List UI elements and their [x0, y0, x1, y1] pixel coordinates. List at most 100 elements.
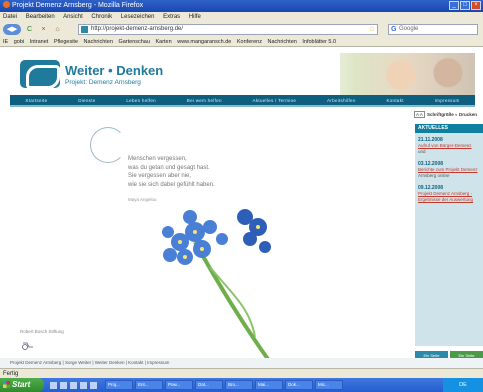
news-link[interactable]: Berichte zum Projekt Demenz	[418, 167, 480, 173]
nav-bei-wem-helfen[interactable]: Bei wem helfen	[187, 98, 222, 103]
search-engine-label: Google	[399, 26, 419, 32]
news-item: 21.11.2008 Aufruf von Bürger-Demenz und	[418, 137, 480, 154]
quick-launch-icon[interactable]	[90, 381, 97, 389]
news-item: 09.12.2008 Projekt Demenz Arnsberg - Erg…	[418, 185, 480, 202]
close-button[interactable]: ×	[471, 1, 481, 10]
news-link[interactable]: Aufruf von Bürger-Demenz	[418, 143, 480, 149]
task-button[interactable]: Dok...	[285, 380, 313, 390]
bookmark-item[interactable]: Konferenz	[237, 39, 262, 45]
firefox-icon	[3, 1, 10, 8]
sidebar-tools: A A Schriftgröße ◐ Drucken	[414, 111, 478, 118]
forget-me-not-flower-image	[162, 209, 272, 364]
menu-lesezeichen[interactable]: Lesezeichen	[121, 14, 155, 20]
menu-hilfe[interactable]: Hilfe	[189, 14, 201, 20]
news-item: 03.12.2008 Berichte zum Projekt Demenz A…	[418, 161, 480, 178]
site-header: Weiter • Denken Projekt: Demenz Arnsberg	[10, 53, 475, 97]
nav-dienste[interactable]: Dienste	[78, 98, 95, 103]
nav-impressum[interactable]: Impressum	[435, 98, 460, 103]
menu-ansicht[interactable]: Ansicht	[63, 14, 83, 20]
nav-startseite[interactable]: Startseite	[25, 98, 47, 103]
wheelchair-icon	[22, 342, 33, 350]
task-button[interactable]: Pow...	[165, 380, 193, 390]
windows-taskbar: Start Proj... Ent... Pow... Dat... Bro..…	[0, 378, 483, 392]
bookmark-item[interactable]: www.mangaransch.de	[177, 39, 231, 45]
quote-line: was du getan und gesagt hast.	[128, 164, 210, 171]
logo-title[interactable]: Weiter • Denken	[65, 63, 163, 78]
start-button[interactable]: Start	[0, 378, 44, 392]
bookmark-item[interactable]: Nachrichten	[267, 39, 296, 45]
stiftung-logo[interactable]: Robert Bosch Stiftung	[20, 329, 64, 334]
reload-icon[interactable]: C	[24, 24, 35, 35]
nav-arbeitshilfen[interactable]: Arbeitshilfen	[327, 98, 356, 103]
sidebar: A A Schriftgröße ◐ Drucken AKTUELLES 21.…	[410, 107, 483, 368]
task-buttons: Proj... Ent... Pow... Dat... Bro... Mai.…	[105, 380, 343, 390]
photo-fade	[295, 53, 355, 97]
back-button[interactable]: ◀▶	[3, 24, 21, 35]
quick-launch-icon[interactable]	[60, 381, 67, 389]
task-button[interactable]: Ent...	[135, 380, 163, 390]
nav-aktuelles[interactable]: Aktuelles / Termine	[253, 98, 297, 103]
quick-launch	[50, 381, 97, 389]
font-size-icon[interactable]: A A	[414, 111, 425, 118]
news-link[interactable]: Projekt Demenz Arnsberg - Ergebnisse der…	[418, 191, 480, 202]
news-box: AKTUELLES 21.11.2008 Aufruf von Bürger-D…	[415, 124, 483, 346]
bookmark-item[interactable]: Karten	[155, 39, 171, 45]
task-button[interactable]: Mic...	[315, 380, 343, 390]
web-page: Weiter • Denken Projekt: Demenz Arnsberg…	[0, 47, 483, 368]
google-icon: G	[391, 26, 397, 33]
menu-extras[interactable]: Extras	[163, 14, 180, 20]
home-icon[interactable]: ⌂	[52, 24, 63, 35]
bookmark-star-icon[interactable]: ☆	[369, 25, 375, 34]
site-favicon	[81, 26, 88, 33]
maximize-button[interactable]: □	[460, 1, 470, 10]
menu-datei[interactable]: Datei	[3, 14, 17, 20]
stiftung-label: Robert Bosch Stiftung	[20, 329, 64, 334]
bookmarks-toolbar: IE gobi Intranet Pflegesite Nachrichten …	[0, 37, 483, 47]
main-content: Menschen vergessen, was du getan und ges…	[10, 107, 410, 368]
search-field[interactable]: G Google	[388, 24, 478, 35]
window-controls: _ □ ×	[449, 1, 481, 10]
logo-subtitle: Projekt: Demenz Arnsberg	[65, 79, 141, 86]
header-photo	[340, 53, 475, 97]
menu-chronik[interactable]: Chronik	[91, 14, 112, 20]
bookmark-item[interactable]: IE	[3, 39, 8, 45]
task-button[interactable]: Dat...	[195, 380, 223, 390]
bookmark-item[interactable]: Nachrichten	[84, 39, 113, 45]
site-footer: Projekt Demenz Arnsberg | Sorge Weiter |…	[0, 358, 483, 368]
bookmark-item[interactable]: Gartenschau	[118, 39, 150, 45]
navigation-toolbar: ◀▶ C × ⌂ http://projekt-demenz-arnsberg.…	[0, 22, 483, 37]
bookmark-item[interactable]: Intranet	[30, 39, 49, 45]
window-titlebar: Projekt Demenz Arnsberg - Mozilla Firefo…	[0, 0, 483, 12]
quick-launch-icon[interactable]	[80, 381, 87, 389]
logo-icon[interactable]	[20, 60, 60, 89]
status-bar: Fertig	[0, 368, 483, 378]
quick-launch-icon[interactable]	[70, 381, 77, 389]
menu-bearbeiten[interactable]: Bearbeiten	[26, 14, 55, 20]
address-text: http://projekt-demenz-arnsberg.de/	[91, 26, 184, 32]
menu-bar: Datei Bearbeiten Ansicht Chronik Lesezei…	[0, 12, 483, 22]
print-label[interactable]: Drucken	[459, 112, 477, 117]
quote-line: wie sie sich dabei gefühlt haben.	[128, 181, 215, 188]
window-title: Projekt Demenz Arnsberg - Mozilla Firefo…	[12, 2, 144, 9]
address-bar[interactable]: http://projekt-demenz-arnsberg.de/ ☆	[78, 24, 378, 35]
swirl-decoration-icon	[90, 127, 126, 163]
nav-leben-helfen[interactable]: Leben helfen	[126, 98, 156, 103]
stop-icon[interactable]: ×	[38, 24, 49, 35]
font-size-label[interactable]: Schriftgröße	[427, 112, 454, 117]
bookmark-item[interactable]: gobi	[14, 39, 24, 45]
minimize-button[interactable]: _	[449, 1, 459, 10]
bookmark-item[interactable]: Infoblätter 5.0	[302, 39, 336, 45]
page-container: Weiter • Denken Projekt: Demenz Arnsberg…	[10, 47, 483, 368]
bookmark-item[interactable]: Pflegesite	[54, 39, 78, 45]
quick-launch-icon[interactable]	[50, 381, 57, 389]
quote-line: Menschen vergessen,	[128, 156, 187, 162]
task-button[interactable]: Bro...	[225, 380, 253, 390]
task-button[interactable]: Proj...	[105, 380, 133, 390]
nav-kontakt[interactable]: Kontakt	[386, 98, 403, 103]
system-tray[interactable]: DE	[443, 378, 483, 392]
quote-line: Sie vergessen aber nie,	[128, 173, 192, 179]
news-extra: und	[418, 148, 426, 154]
task-button[interactable]: Mai...	[255, 380, 283, 390]
news-heading: AKTUELLES	[415, 124, 483, 133]
news-extra: Arnsberg online	[418, 172, 450, 178]
